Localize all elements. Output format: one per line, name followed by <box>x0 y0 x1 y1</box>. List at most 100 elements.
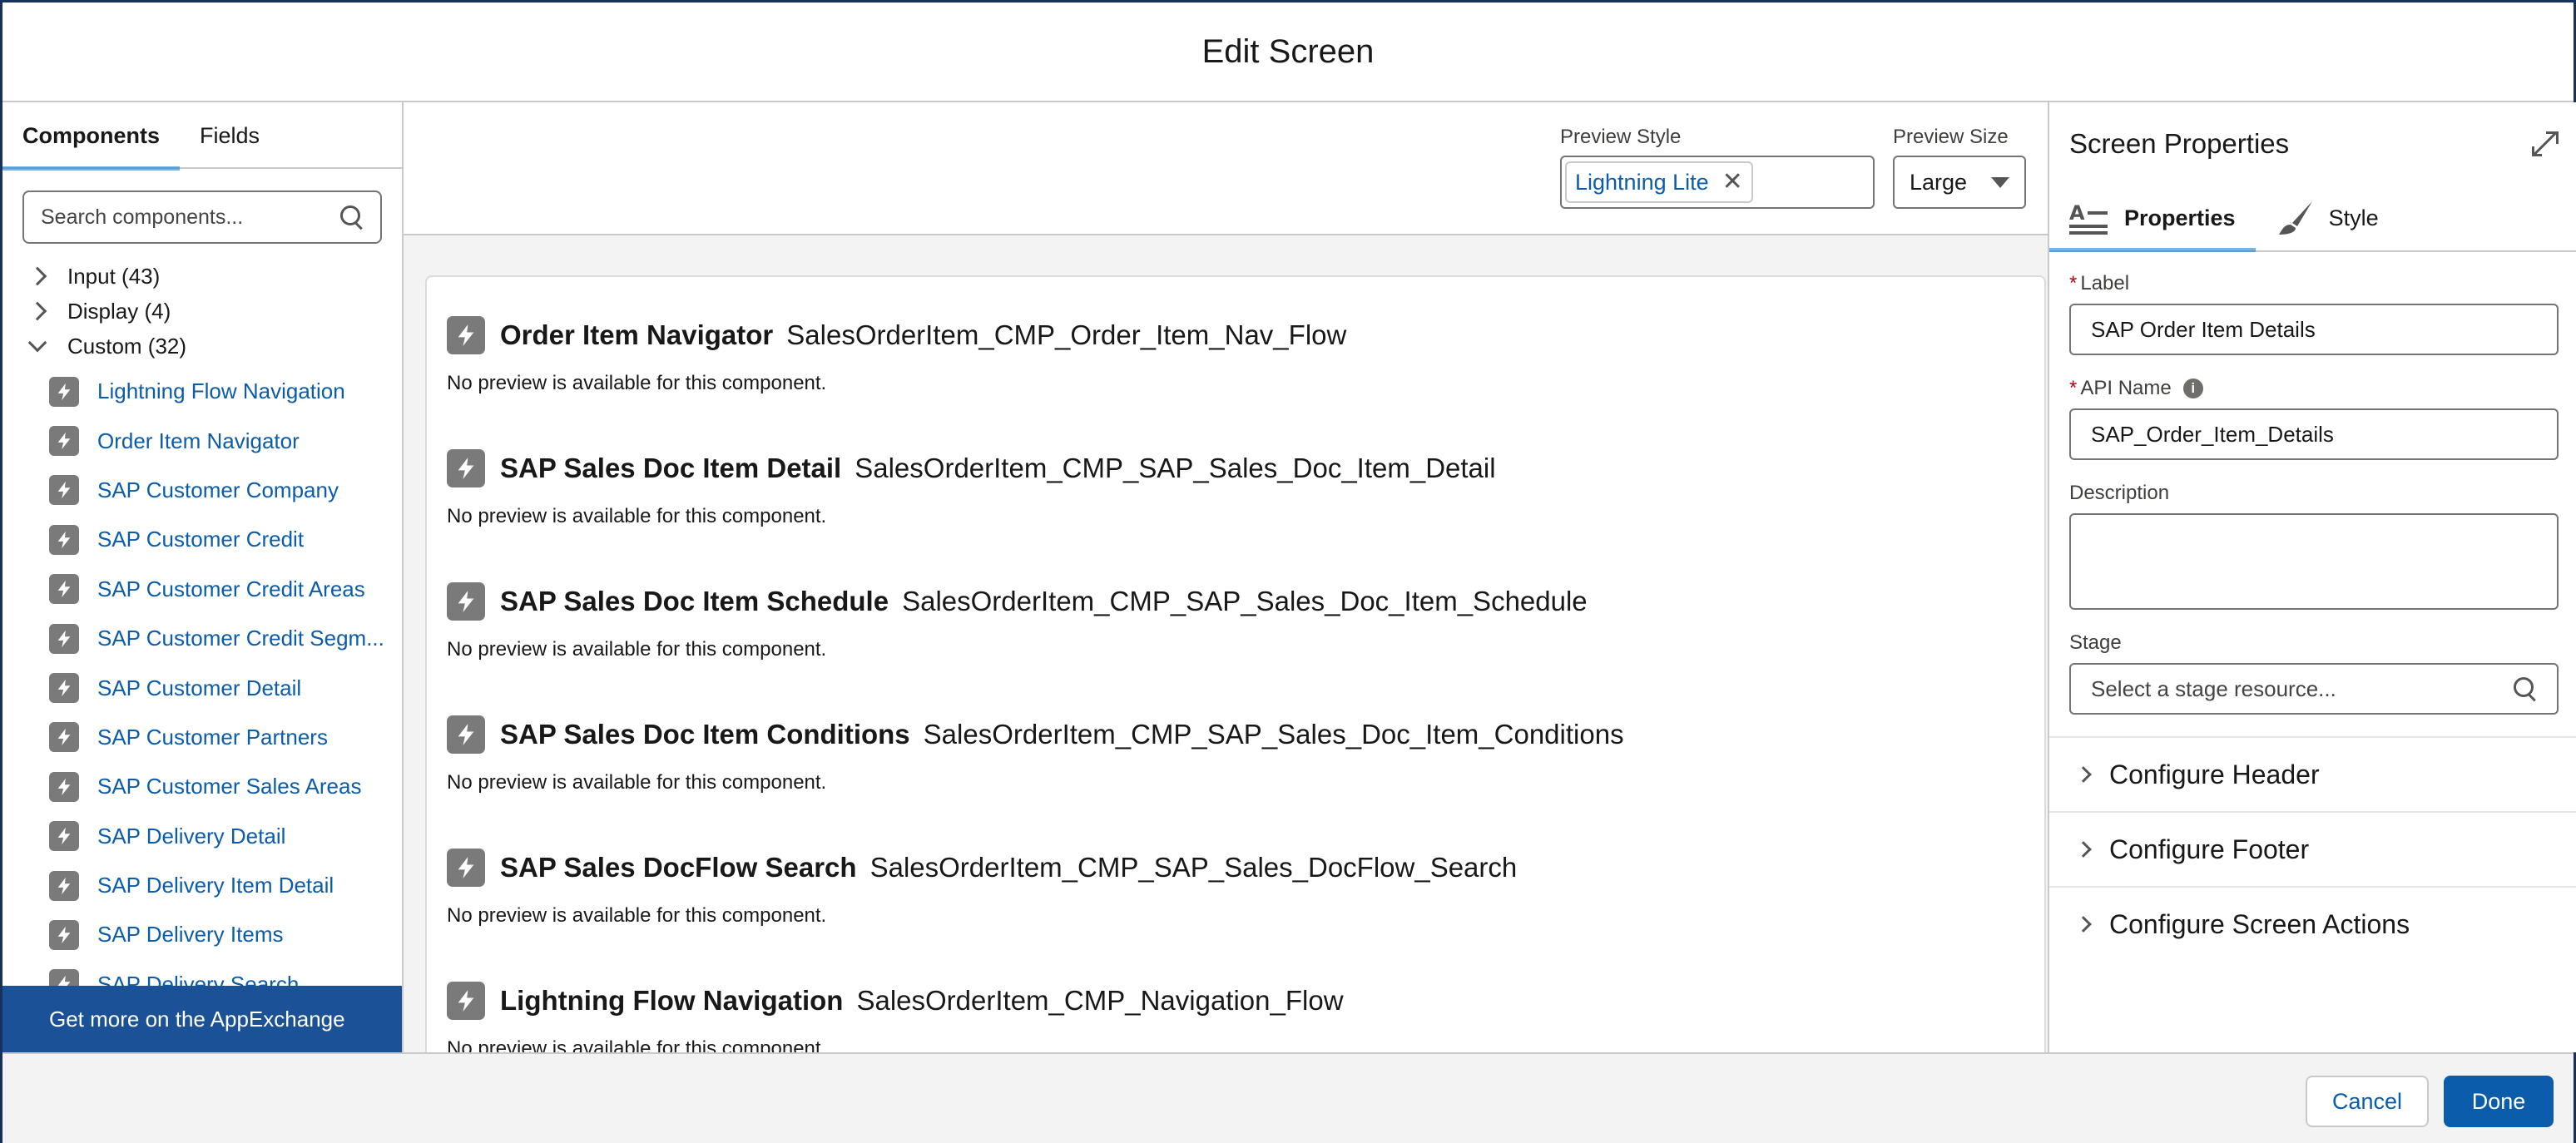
lightning-bolt-icon <box>447 582 485 621</box>
description-label: Description <box>2069 482 2170 504</box>
preview-size-value: Large <box>1910 169 1968 195</box>
screen-component[interactable]: SAP Sales DocFlow Search SalesOrderItem_C… <box>447 846 1517 928</box>
description-field: Description <box>2069 482 2559 610</box>
component-list-item[interactable]: Order Item Navigator <box>2 416 402 465</box>
tab-style[interactable]: Style <box>2256 186 2399 250</box>
expand-icon[interactable] <box>2532 131 2559 156</box>
screen-component[interactable]: SAP Sales Doc Item Detail SalesOrderItem_… <box>447 447 1496 528</box>
stage-input[interactable]: Select a stage resource... <box>2069 663 2559 715</box>
tab-fields[interactable]: Fields <box>180 102 280 169</box>
preview-style-select[interactable]: Lightning Lite ✕ <box>1560 156 1875 209</box>
chevron-right-icon <box>2075 841 2092 858</box>
lightning-bolt-icon <box>447 449 485 487</box>
properties-sections: Configure Header Configure Footer Config… <box>2049 736 2576 961</box>
screen-component[interactable]: SAP Sales Doc Item Schedule SalesOrderIte… <box>447 580 1588 661</box>
preview-style-field: Preview Style Lightning Lite ✕ <box>1560 126 1875 209</box>
component-list-item[interactable]: SAP Customer Company <box>2 466 402 515</box>
no-preview-note: No preview is available for this compone… <box>447 771 827 794</box>
appexchange-button[interactable]: Get more on the AppExchange <box>2 986 402 1052</box>
lightning-bolt-icon <box>49 673 79 704</box>
properties-body: * Label SAP Order Item Details * API Name i… <box>2049 252 2576 715</box>
stage-label: Stage <box>2069 631 2122 654</box>
component-list-item[interactable]: SAP Delivery Items <box>2 910 402 959</box>
preview-style-pill[interactable]: Lightning Lite ✕ <box>1565 161 1753 203</box>
properties-header: Screen Properties <box>2049 102 2576 186</box>
lightning-bolt-icon <box>49 376 79 407</box>
done-button[interactable]: Done <box>2444 1076 2554 1127</box>
lightning-bolt-icon <box>49 574 79 605</box>
screen-properties-panel: Screen Properties A Properties Style * L… <box>2048 102 2576 1052</box>
section-configure-header[interactable]: Configure Header <box>2049 736 2576 811</box>
screen-component-title: SAP Sales DocFlow Search <box>500 852 857 883</box>
preview-style-label: Preview Style <box>1560 126 1682 148</box>
component-list-item[interactable]: SAP Customer Partners <box>2 713 402 762</box>
search-icon <box>340 205 364 229</box>
component-list-item[interactable]: SAP Customer Credit Areas <box>2 565 402 614</box>
tab-properties[interactable]: A Properties <box>2049 186 2256 252</box>
cancel-button[interactable]: Cancel <box>2306 1076 2429 1127</box>
search-input[interactable] <box>41 205 340 230</box>
preview-size-field: Preview Size Large <box>1893 126 2026 209</box>
component-label: SAP Delivery Item Detail <box>97 873 334 898</box>
component-list-item[interactable]: SAP Delivery Item Detail <box>2 861 402 910</box>
group-display[interactable]: Display (4) <box>2 294 402 329</box>
info-icon[interactable]: i <box>2182 379 2203 398</box>
lightning-bolt-icon <box>49 623 79 654</box>
search-components[interactable] <box>22 190 382 244</box>
api-name-input[interactable]: SAP_Order_Item_Details <box>2069 408 2559 460</box>
group-label: Input (43) <box>67 263 161 289</box>
lightning-bolt-icon <box>447 982 485 1020</box>
component-list-item[interactable]: SAP Delivery Detail <box>2 812 402 861</box>
paintbrush-icon <box>2276 200 2314 236</box>
left-tabs: Components Fields <box>2 102 402 171</box>
tab-components[interactable]: Components <box>2 102 180 171</box>
component-tree: Input (43) Display (4) Custom (32) Light… <box>2 259 402 1009</box>
no-preview-note: No preview is available for this compone… <box>447 904 827 927</box>
pill-label: Lightning Lite <box>1575 169 1709 195</box>
label-input[interactable]: SAP Order Item Details <box>2069 304 2559 355</box>
component-label: SAP Customer Credit Areas <box>97 576 365 601</box>
lightning-bolt-icon <box>49 919 79 950</box>
group-label: Display (4) <box>67 298 171 324</box>
group-label: Custom (32) <box>67 333 187 359</box>
screen-component-api-name: SalesOrderItem_CMP_SAP_Sales_Doc_Item_Sc… <box>902 586 1588 616</box>
close-icon[interactable]: ✕ <box>1722 170 1743 195</box>
component-label: SAP Customer Partners <box>97 724 328 750</box>
component-list-item[interactable]: SAP Customer Credit Segm... <box>2 614 402 663</box>
component-list-item[interactable]: SAP Customer Credit <box>2 515 402 564</box>
component-list-item[interactable]: Lightning Flow Navigation <box>2 367 402 416</box>
component-list-item[interactable]: SAP Customer Detail <box>2 663 402 712</box>
svg-text:A: A <box>2069 201 2085 225</box>
properties-tabs: A Properties Style <box>2049 186 2576 252</box>
screen-component-header: SAP Sales DocFlow Search SalesOrderItem_C… <box>447 846 1517 889</box>
lightning-bolt-icon <box>447 849 485 887</box>
lightning-bolt-icon <box>49 870 79 901</box>
screen-component[interactable]: SAP Sales Doc Item Conditions SalesOrderI… <box>447 713 1624 794</box>
screen-component[interactable]: Order Item Navigator SalesOrderItem_CMP_O… <box>447 314 1346 395</box>
preview-size-label: Preview Size <box>1893 126 2009 148</box>
screen-component[interactable]: Lightning Flow Navigation SalesOrderItem_… <box>447 979 1344 1052</box>
components-panel: Components Fields Input (43) Display (4)… <box>2 102 404 1052</box>
group-custom[interactable]: Custom (32) <box>2 329 402 364</box>
screen-component-api-name: SalesOrderItem_CMP_Navigation_Flow <box>856 985 1344 1016</box>
preview-area: Preview Style Lightning Lite ✕ Preview S… <box>404 102 2068 1052</box>
no-preview-note: No preview is available for this compone… <box>447 1037 827 1052</box>
field-label: API Name <box>2080 377 2172 399</box>
component-label: SAP Customer Detail <box>97 675 302 700</box>
section-configure-screen-actions[interactable]: Configure Screen Actions <box>2049 886 2576 961</box>
description-textarea[interactable] <box>2069 513 2559 610</box>
screen-component-header: Lightning Flow Navigation SalesOrderItem_… <box>447 979 1344 1022</box>
section-configure-footer[interactable]: Configure Footer <box>2049 811 2576 886</box>
group-input[interactable]: Input (43) <box>2 259 402 294</box>
lightning-bolt-icon <box>447 316 485 354</box>
lightning-bolt-icon <box>447 715 485 754</box>
screen-component-title: SAP Sales Doc Item Detail <box>500 453 842 483</box>
preview-size-select[interactable]: Large <box>1893 156 2026 209</box>
component-list-item[interactable]: SAP Customer Sales Areas <box>2 762 402 811</box>
screen-component-api-name: SalesOrderItem_CMP_SAP_Sales_DocFlow_Sea… <box>869 852 1518 883</box>
screen-component-header: Order Item Navigator SalesOrderItem_CMP_O… <box>447 314 1346 357</box>
screen-component-title: SAP Sales Doc Item Conditions <box>500 719 910 750</box>
text-format-icon: A <box>2069 201 2109 235</box>
no-preview-note: No preview is available for this compone… <box>447 505 827 527</box>
preview-toolbar: Preview Style Lightning Lite ✕ Preview S… <box>404 102 2068 235</box>
